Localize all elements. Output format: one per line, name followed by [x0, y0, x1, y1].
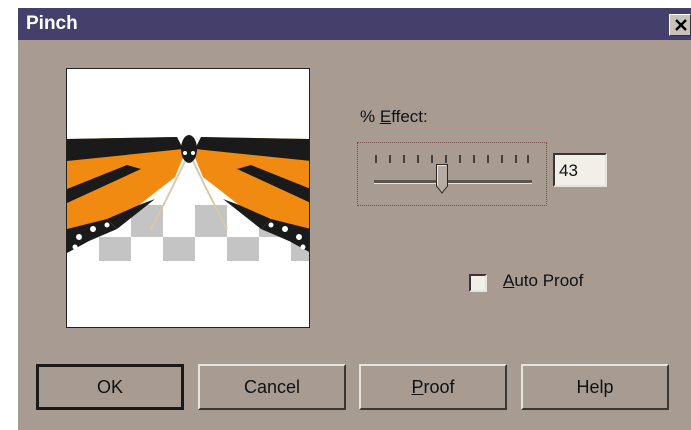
auto-proof-label-rest: uto Proof: [514, 271, 584, 290]
title-bar[interactable]: Pinch: [18, 8, 691, 40]
pinch-dialog: Pinch % Effect: 43 Auto Proof OK Cancel …: [18, 8, 691, 430]
proof-mnemonic: P: [411, 377, 424, 397]
effect-label-rest: ffect:: [391, 107, 428, 126]
close-icon: [675, 19, 687, 31]
dialog-title: Pinch: [26, 13, 78, 34]
effect-label: % Effect:: [360, 107, 428, 127]
slider-track[interactable]: [374, 180, 532, 184]
auto-proof-checkbox[interactable]: [469, 274, 487, 292]
auto-proof-mnemonic: A: [503, 271, 515, 290]
cancel-button[interactable]: Cancel: [198, 364, 346, 410]
effect-label-prefix: %: [360, 107, 380, 126]
preview-image: [66, 68, 310, 328]
auto-proof-label[interactable]: Auto Proof: [503, 271, 583, 291]
proof-button[interactable]: Proof: [359, 364, 507, 410]
help-button[interactable]: Help: [521, 364, 669, 410]
slider-thumb[interactable]: [435, 164, 448, 194]
butterfly-preview-graphic: [67, 135, 309, 261]
proof-label-rest: roof: [423, 377, 455, 397]
close-button[interactable]: [669, 14, 691, 36]
effect-slider[interactable]: [357, 142, 547, 206]
ok-button[interactable]: OK: [36, 364, 184, 410]
slider-ticks: [375, 155, 529, 163]
effect-value-input[interactable]: 43: [553, 153, 607, 187]
effect-label-mnemonic: E: [379, 107, 392, 126]
